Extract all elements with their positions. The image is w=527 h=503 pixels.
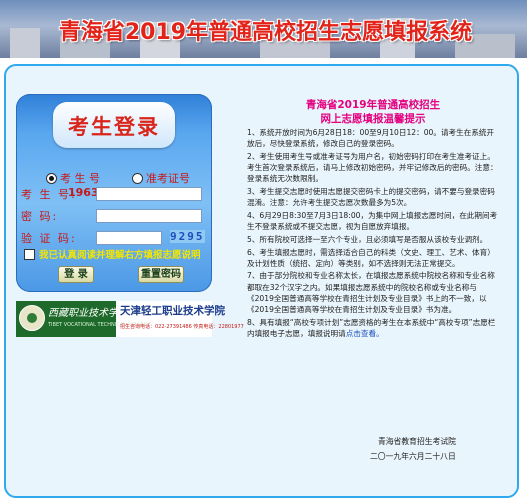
- login-title: 考生登录: [68, 114, 160, 139]
- exam-no-prefix: 1963: [68, 186, 99, 199]
- notice-item: 2、考生使用考生号或准考证号为用户名，初始密码打印在考生准考证上。考生首次登录系…: [247, 151, 498, 184]
- signature-date: 二〇一九年六月二十八日: [370, 452, 456, 461]
- signature-org: 青海省教育招生考试院: [378, 437, 456, 446]
- notice-title-line1: 青海省2019年普通高校招生: [305, 99, 441, 111]
- agree-label: 我已认真阅读并理解右方填报志愿说明: [39, 250, 201, 261]
- notice-item-last: 8、具有填报“高校专项计划”志愿资格的考生在本系统中“高校专项”志愿栏内填报电子…: [247, 317, 499, 339]
- radio-selected-icon[interactable]: [46, 172, 57, 184]
- partner-phone: 招生咨询电话：022-27391486 传真电话：22801977: [120, 324, 244, 330]
- header-banner: 青海省2019年普通高校招生志愿填报系统: [0, 0, 527, 58]
- radio-ticket-no[interactable]: 准考证号: [132, 170, 190, 186]
- notice-title-line2: 网上志愿填报温馨提示: [320, 113, 426, 125]
- captcha-label: 验 证 码:: [21, 232, 77, 245]
- notice-item: 1、系统开放时间为6月28日18：00至9月10日12：00。请考生在系统开放后…: [247, 128, 495, 149]
- login-panel: 考生登录 考 生 号 准考证号 考 生 号: 1963 密 码: 验 证 码: …: [16, 94, 212, 292]
- notice-item: 5、所有院校可选择一至六个专业，且必须填写是否服从该校专业调剂。: [247, 234, 488, 244]
- login-button[interactable]: 登 录: [58, 266, 94, 283]
- view-instructions-link[interactable]: 点击查看。: [346, 329, 384, 338]
- exam-no-input[interactable]: [96, 187, 202, 201]
- partner-logo: 西藏职业技术学院 TIBET VOCATIONAL TECHNICAL COLL…: [16, 301, 151, 337]
- captcha-input[interactable]: [96, 231, 162, 245]
- password-label: 密 码:: [21, 210, 59, 223]
- radio-exam-no-label: 考 生 号: [60, 172, 100, 185]
- notice-item: 6、考生填报志愿时，需选择适合自己的科类（文史、理工、艺术、体育）及计划性质（统…: [247, 247, 495, 268]
- agree-checkbox[interactable]: [24, 248, 35, 260]
- notice-item: 4、6月29日8:30至7月3日18:00，为集中网上填报志愿时间，在此期间考生…: [247, 210, 498, 232]
- notice-item: 7、由于部分院校和专业名称太长，在填报志愿系统中院校名称和专业名称都取在32个汉…: [247, 271, 495, 315]
- partner-name: 天津轻工职业技术学院: [120, 305, 225, 317]
- college-emblem-icon: [19, 305, 45, 331]
- notice-item: 3、考生提交志愿时使用志愿提交密码卡上的提交密码，请不要与登录密码混淆。注意：允…: [247, 187, 495, 208]
- password-input[interactable]: [96, 209, 202, 223]
- agree-row[interactable]: 我已认真阅读并理解右方填报志愿说明: [24, 247, 201, 261]
- radio-ticket-no-label: 准考证号: [146, 172, 190, 185]
- partner-logo-text: 西藏职业技术学院: [48, 308, 128, 319]
- partner-banner[interactable]: 西藏职业技术学院 TIBET VOCATIONAL TECHNICAL COLL…: [16, 301, 244, 337]
- captcha-image[interactable]: 9295: [170, 230, 205, 243]
- system-title: 青海省2019年普通高校招生志愿填报系统: [58, 20, 473, 45]
- radio-unselected-icon[interactable]: [132, 172, 143, 184]
- notice-body: 1、系统开放时间为6月28日18：00至9月10日12：00。请考生在系统开放后…: [247, 127, 499, 341]
- login-header: 考生登录: [53, 102, 175, 148]
- radio-exam-no[interactable]: 考 生 号: [46, 170, 100, 186]
- reset-password-button[interactable]: 重置密码: [138, 266, 184, 283]
